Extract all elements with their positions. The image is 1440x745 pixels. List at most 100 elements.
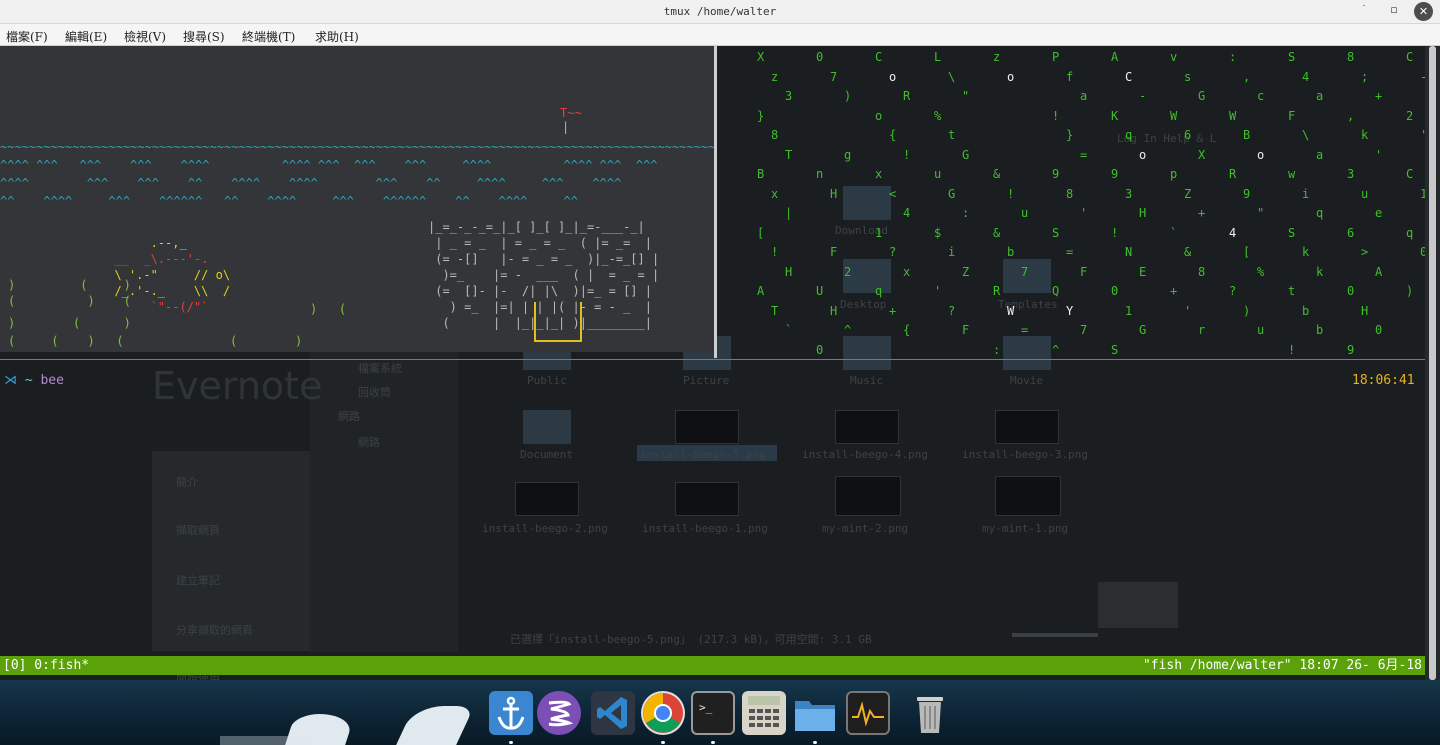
matrix-char: S — [1052, 226, 1060, 240]
menu-help[interactable]: 求助(H) — [315, 28, 359, 45]
matrix-char: 3 — [785, 89, 793, 103]
files-app-icon[interactable] — [793, 691, 837, 735]
terminal-scrollbar[interactable] — [1425, 46, 1440, 680]
matrix-char: w — [1288, 167, 1296, 181]
menu-view[interactable]: 檢視(V) — [124, 28, 166, 45]
matrix-char: ` — [1170, 226, 1178, 240]
matrix-char: % — [934, 109, 942, 123]
image-thumbnail — [515, 482, 579, 516]
matrix-char: 9 — [1347, 343, 1355, 357]
trash-app-icon[interactable] — [908, 691, 952, 735]
background-folder-item: 檔案系統 — [358, 362, 402, 375]
matrix-char: G — [948, 187, 956, 201]
matrix-char: K — [1111, 109, 1119, 123]
matrix-char: A — [757, 284, 765, 298]
matrix-char: W — [1170, 109, 1178, 123]
window-titlebar[interactable]: tmux /home/walter ˙ ▫ ✕ — [0, 0, 1440, 24]
matrix-char: i — [948, 245, 956, 259]
matrix-char: 8 — [1198, 265, 1206, 279]
matrix-char: 7 — [1080, 323, 1088, 337]
tmux-pane-cmatrix[interactable]: Xz3}8TBx|[!HAT`07)gnHF2UH^0dCoRo{!x<41?x… — [717, 46, 1425, 358]
chrome-app-icon[interactable] — [641, 691, 685, 735]
close-button[interactable]: ✕ — [1414, 2, 1433, 21]
emacs-app-icon[interactable] — [537, 691, 581, 735]
fish-row: __ _\.---'-. — [100, 252, 209, 266]
background-status-text: 已選擇「install-beego-5.png」 (217.3 kB)，可用空間… — [510, 633, 872, 646]
matrix-char: 9 — [1052, 167, 1060, 181]
calculator-app-icon[interactable] — [742, 691, 786, 735]
matrix-char: q — [1316, 206, 1324, 220]
matrix-char: ! — [903, 148, 911, 162]
matrix-char: > — [1361, 245, 1369, 259]
matrix-char: c — [1257, 89, 1265, 103]
menu-terminal[interactable]: 終端機(T) — [242, 28, 295, 45]
window-title: tmux /home/walter — [663, 5, 777, 18]
minimize-button[interactable]: ˙ — [1355, 3, 1373, 21]
vscode-app-icon[interactable] — [591, 691, 635, 735]
matrix-char: b — [1007, 245, 1015, 259]
menu-search[interactable]: 搜尋(S) — [183, 28, 225, 45]
background-file-name: install-beego-3.png — [962, 448, 1088, 461]
scrollbar-thumb[interactable] — [1429, 46, 1436, 680]
matrix-char: C — [1406, 50, 1414, 64]
matrix-char: x — [771, 187, 779, 201]
background-sidebar-item: 建立筆記 — [176, 574, 220, 587]
background-folder-item: 網路 — [358, 436, 380, 449]
castle-row: | _ = _ | = _ = _ ( |= _= | — [428, 236, 652, 250]
background-file-name: Music — [850, 374, 884, 387]
matrix-char: T — [785, 148, 793, 162]
matrix-char: A — [1375, 265, 1383, 279]
matrix-char: x — [903, 265, 911, 279]
menu-edit[interactable]: 編輯(E) — [65, 28, 107, 45]
matrix-char: Y — [1066, 304, 1074, 318]
matrix-char: H — [1139, 206, 1147, 220]
tmux-horizontal-divider[interactable] — [0, 359, 1425, 360]
image-thumbnail — [675, 482, 739, 516]
matrix-char: t — [948, 128, 956, 142]
matrix-char: F — [962, 323, 970, 337]
matrix-char: R — [903, 89, 911, 103]
background-folder-item: 網路 — [338, 410, 360, 423]
matrix-char: F — [1080, 265, 1088, 279]
matrix-char: " — [1257, 206, 1265, 220]
background-file-name: my-mint-2.png — [822, 522, 909, 535]
terminal-area[interactable]: Evernote 簡介 擷取網頁 建立筆記 分享擷取的網頁 開始使用 檔案系統 … — [0, 46, 1440, 680]
terminal-app-icon[interactable]: >_ — [691, 691, 735, 735]
matrix-char: 7 — [1021, 265, 1029, 279]
matrix-char: 8 — [1347, 50, 1355, 64]
menu-file[interactable]: 檔案(F) — [6, 28, 48, 45]
matrix-char: t — [1288, 284, 1296, 298]
matrix-char: k — [1316, 265, 1324, 279]
matrix-char: ! — [1111, 226, 1119, 240]
matrix-char: ` — [785, 323, 793, 337]
matrix-char: 1 — [1125, 304, 1133, 318]
matrix-char: ! — [1288, 343, 1296, 357]
matrix-char: ^ — [1052, 343, 1060, 357]
matrix-char: Z — [962, 265, 970, 279]
system-monitor-app-icon[interactable] — [846, 691, 890, 735]
matrix-char: 0 — [1111, 284, 1119, 298]
matrix-char: k — [1302, 245, 1310, 259]
matrix-char: : — [993, 343, 1001, 357]
matrix-char: + — [1375, 89, 1383, 103]
maximize-button[interactable]: ▫ — [1385, 3, 1403, 21]
tmux-window-list[interactable]: [0] 0:fish* — [3, 656, 89, 675]
matrix-char: H — [830, 187, 838, 201]
matrix-char: $ — [934, 226, 942, 240]
matrix-char: [ — [757, 226, 765, 240]
background-sidebar-item: 分享擷取的網頁 — [176, 624, 253, 637]
tmux-pane-asciiquarium[interactable]: T~~ | ~~~~~~~~~~~~~~~~~~~~~~~~~~~~~~~~~~… — [0, 46, 714, 352]
matrix-char: a — [1316, 89, 1324, 103]
matrix-char: " — [962, 89, 970, 103]
anchor-app-icon[interactable] — [489, 691, 533, 735]
matrix-char: { — [889, 128, 897, 142]
matrix-char: L — [934, 50, 942, 64]
shell-prompt[interactable]: ⋊ ~ bee — [4, 373, 64, 388]
matrix-char: b — [1302, 304, 1310, 318]
matrix-char: } — [757, 109, 765, 123]
matrix-char: S — [1111, 343, 1119, 357]
matrix-char: S — [1288, 226, 1296, 240]
matrix-char: E — [1139, 265, 1147, 279]
image-thumbnail — [835, 476, 901, 516]
castle-row: (= []- |- /| |\ )|=_ = [] | — [428, 284, 652, 298]
